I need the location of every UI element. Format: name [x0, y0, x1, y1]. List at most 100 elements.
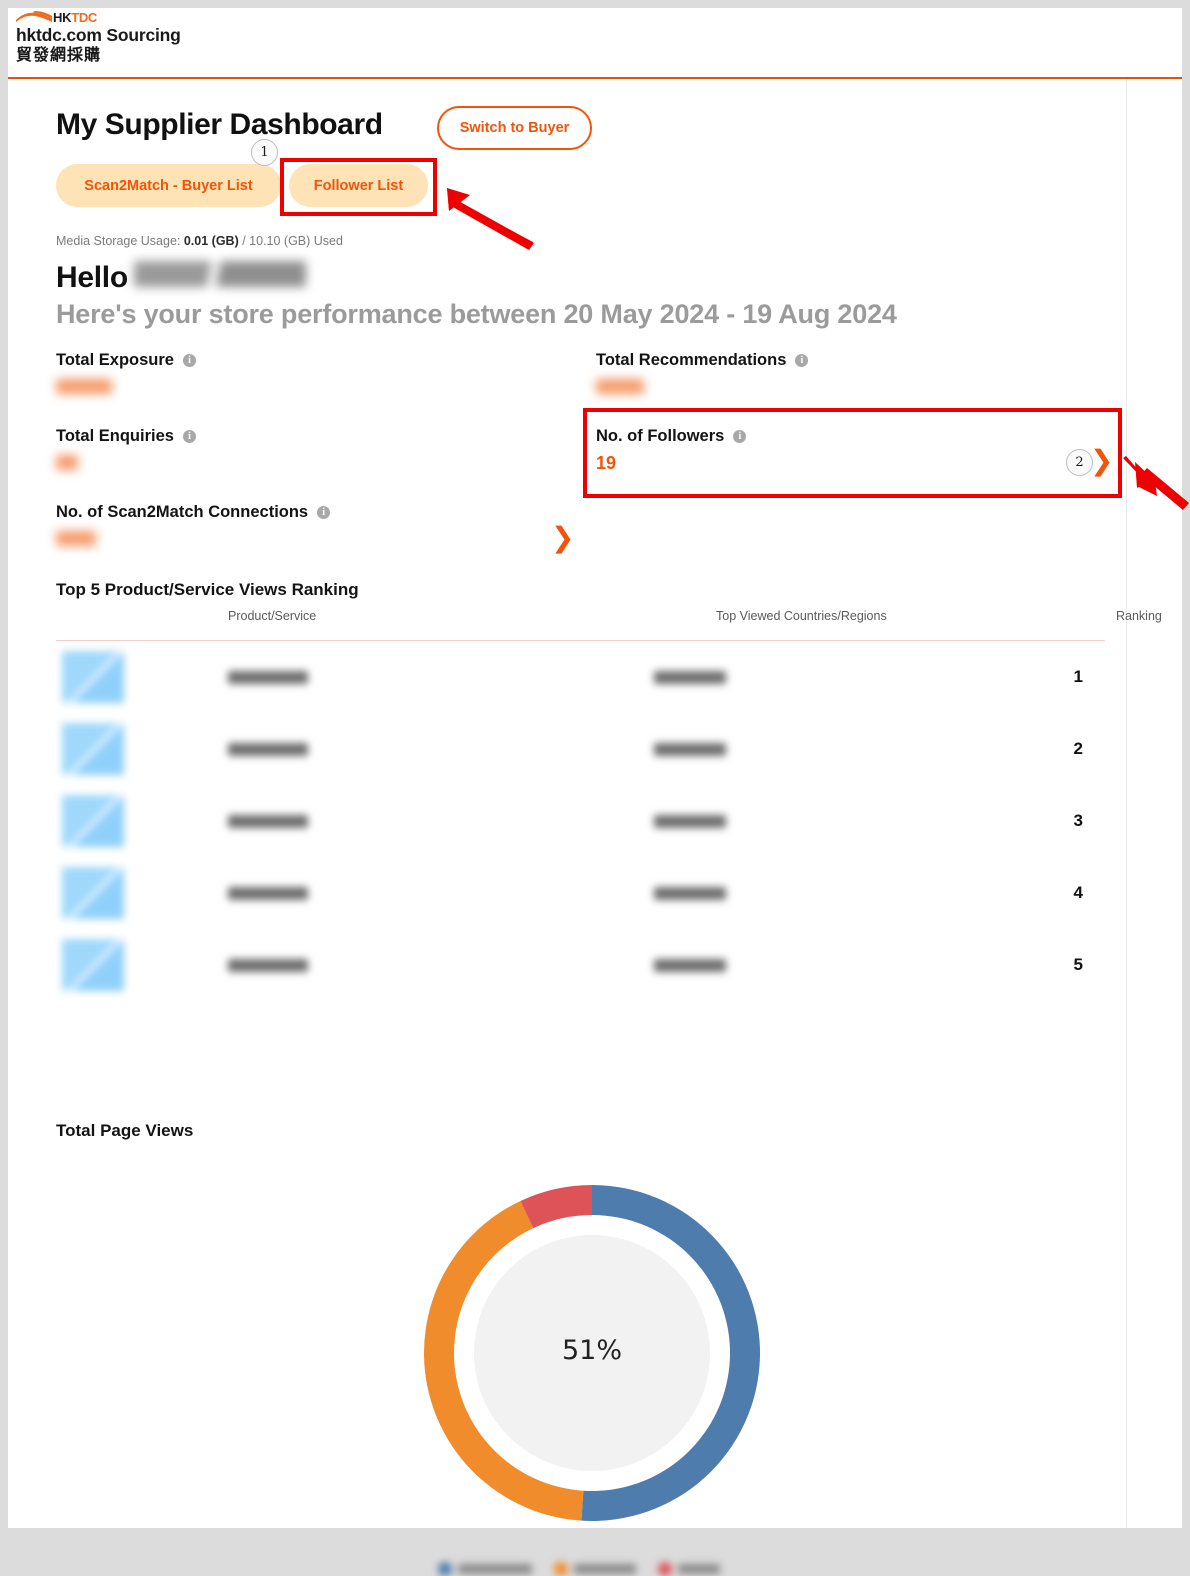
table-row[interactable]: 1 — [56, 641, 1105, 713]
product-thumbnail — [62, 795, 124, 847]
product-name-redacted — [228, 670, 308, 684]
hktdc-logo[interactable]: HK TDC hktdc.com Sourcing 貿發網採購 — [16, 10, 181, 66]
column-header-product: Product/Service — [228, 609, 317, 623]
hktdc-logo-mark: HK TDC — [16, 10, 181, 24]
metric-scan2match-connections-label: No. of Scan2Match Connections i — [56, 503, 331, 522]
total-page-views-donut-chart: 51% — [406, 1167, 778, 1539]
media-storage-usage: Media Storage Usage: 0.01 (GB) / 10.10 (… — [56, 234, 343, 248]
storage-used: 0.01 (GB) — [183, 234, 239, 248]
legend-label-redacted — [574, 1564, 636, 1574]
row-thumbnail-cell — [56, 867, 166, 919]
table-row[interactable]: 3 — [56, 785, 1105, 857]
total-page-views-title: Total Page Views — [56, 1121, 194, 1140]
column-header-countries: Top Viewed Countries/Regions — [716, 609, 887, 623]
info-icon[interactable]: i — [795, 354, 809, 367]
legend-color-swatch — [438, 1562, 452, 1576]
row-rank-value: 1 — [1073, 667, 1083, 686]
table-row[interactable]: 5 — [56, 929, 1105, 1001]
product-thumbnail — [62, 939, 124, 991]
row-thumbnail-cell — [56, 723, 166, 775]
metric-total-exposure-value-redacted — [56, 379, 112, 394]
scan2match-chevron-right-icon[interactable]: ❯ — [551, 524, 574, 552]
tab-scan2match-buyer-list[interactable]: Scan2Match - Buyer List — [56, 164, 281, 207]
metric-total-enquiries-text: Total Enquiries — [56, 427, 174, 445]
info-icon[interactable]: i — [317, 506, 331, 519]
row-thumbnail-cell — [56, 651, 166, 703]
metric-scan2match-connections-text: No. of Scan2Match Connections — [56, 503, 309, 521]
page-title: My Supplier Dashboard — [56, 108, 383, 141]
user-name-redacted — [133, 261, 306, 287]
logo-name-zh: 貿發網採購 — [16, 47, 102, 64]
logo-name-en: hktdc.com Sourcing — [16, 25, 181, 45]
product-name-redacted — [228, 814, 308, 828]
metric-no-of-followers-value: 19 — [596, 453, 617, 473]
metric-total-exposure-label: Total Exposure i — [56, 351, 196, 370]
wave-icon — [16, 11, 52, 22]
storage-prefix: Media Storage Usage: — [56, 234, 184, 248]
info-icon[interactable]: i — [182, 354, 196, 367]
row-product-cell — [166, 742, 586, 756]
row-product-cell — [166, 814, 586, 828]
browser-page: HK TDC hktdc.com Sourcing 貿發網採購 My Suppli… — [8, 8, 1189, 1576]
header-thumbnail-spacer — [56, 609, 166, 623]
ranking-table: Product/Service Top Viewed Countries/Reg… — [56, 609, 1162, 1001]
logo-text-hk: HK — [53, 9, 72, 25]
metric-total-enquiries: Total Enquiries i — [56, 427, 196, 470]
row-country-cell — [586, 814, 986, 828]
product-name-redacted — [228, 742, 308, 756]
table-row[interactable]: 2 — [56, 713, 1105, 785]
metric-total-enquiries-label: Total Enquiries i — [56, 427, 196, 446]
tab-follower-list[interactable]: Follower List — [289, 164, 428, 207]
row-country-cell — [586, 670, 986, 684]
legend-color-swatch — [554, 1562, 568, 1576]
metric-no-of-followers-label: No. of Followers i — [596, 427, 747, 446]
product-thumbnail — [62, 651, 124, 703]
info-icon[interactable]: i — [182, 430, 196, 443]
legend-item[interactable] — [438, 1562, 532, 1576]
donut-slice[interactable] — [520, 1185, 592, 1229]
legend-item[interactable] — [554, 1562, 636, 1576]
row-country-cell — [586, 958, 986, 972]
metric-scan2match-connections: No. of Scan2Match Connections i — [56, 503, 331, 546]
performance-period-text: Here's your store performance between 20… — [56, 299, 897, 329]
metric-total-recommendations-value-redacted — [596, 379, 644, 394]
greeting-hello: Hello — [56, 261, 128, 294]
country-name-redacted — [654, 814, 726, 828]
metric-total-recommendations-text: Total Recommendations — [596, 351, 787, 369]
followers-chevron-right-icon[interactable]: ❯ — [1090, 447, 1113, 475]
logo-text-tdc: TDC — [71, 9, 98, 25]
info-icon[interactable]: i — [733, 430, 747, 443]
row-product-cell — [166, 958, 586, 972]
legend-label-redacted — [458, 1564, 532, 1574]
legend-color-swatch — [658, 1562, 672, 1576]
donut-legend — [438, 1562, 748, 1576]
row-country-cell — [586, 742, 986, 756]
metric-total-recommendations-label: Total Recommendations i — [596, 351, 809, 370]
row-rank-value: 4 — [1073, 883, 1083, 902]
annotation-arrow-no-of-followers — [1123, 456, 1189, 510]
donut-center-label: 51% — [561, 1335, 622, 1366]
ranking-table-header: Product/Service Top Viewed Countries/Reg… — [56, 609, 1162, 641]
row-thumbnail-cell — [56, 795, 166, 847]
metric-total-recommendations: Total Recommendations i — [596, 351, 809, 394]
row-thumbnail-cell — [56, 939, 166, 991]
table-row[interactable]: 4 — [56, 857, 1105, 929]
metric-total-enquiries-value-redacted — [56, 455, 78, 470]
switch-to-buyer-button[interactable]: Switch to Buyer — [437, 106, 592, 150]
metric-no-of-followers[interactable]: No. of Followers i 19 — [577, 408, 1121, 497]
greeting-row: Hello — [56, 261, 306, 295]
row-product-cell — [166, 886, 586, 900]
row-rank-value: 3 — [1073, 811, 1083, 830]
product-thumbnail — [62, 867, 124, 919]
legend-item[interactable] — [658, 1562, 720, 1576]
metric-no-of-followers-content: No. of Followers i 19 — [596, 427, 747, 474]
metric-scan2match-connections-value-redacted — [56, 531, 96, 546]
ranking-section-title: Top 5 Product/Service Views Ranking — [56, 580, 359, 599]
column-header-ranking: Ranking — [1116, 609, 1162, 623]
country-name-redacted — [654, 742, 726, 756]
row-rank-value: 5 — [1073, 955, 1083, 974]
metric-total-exposure: Total Exposure i — [56, 351, 196, 394]
metric-total-exposure-text: Total Exposure — [56, 351, 174, 369]
country-name-redacted — [654, 958, 726, 972]
country-name-redacted — [654, 670, 726, 684]
